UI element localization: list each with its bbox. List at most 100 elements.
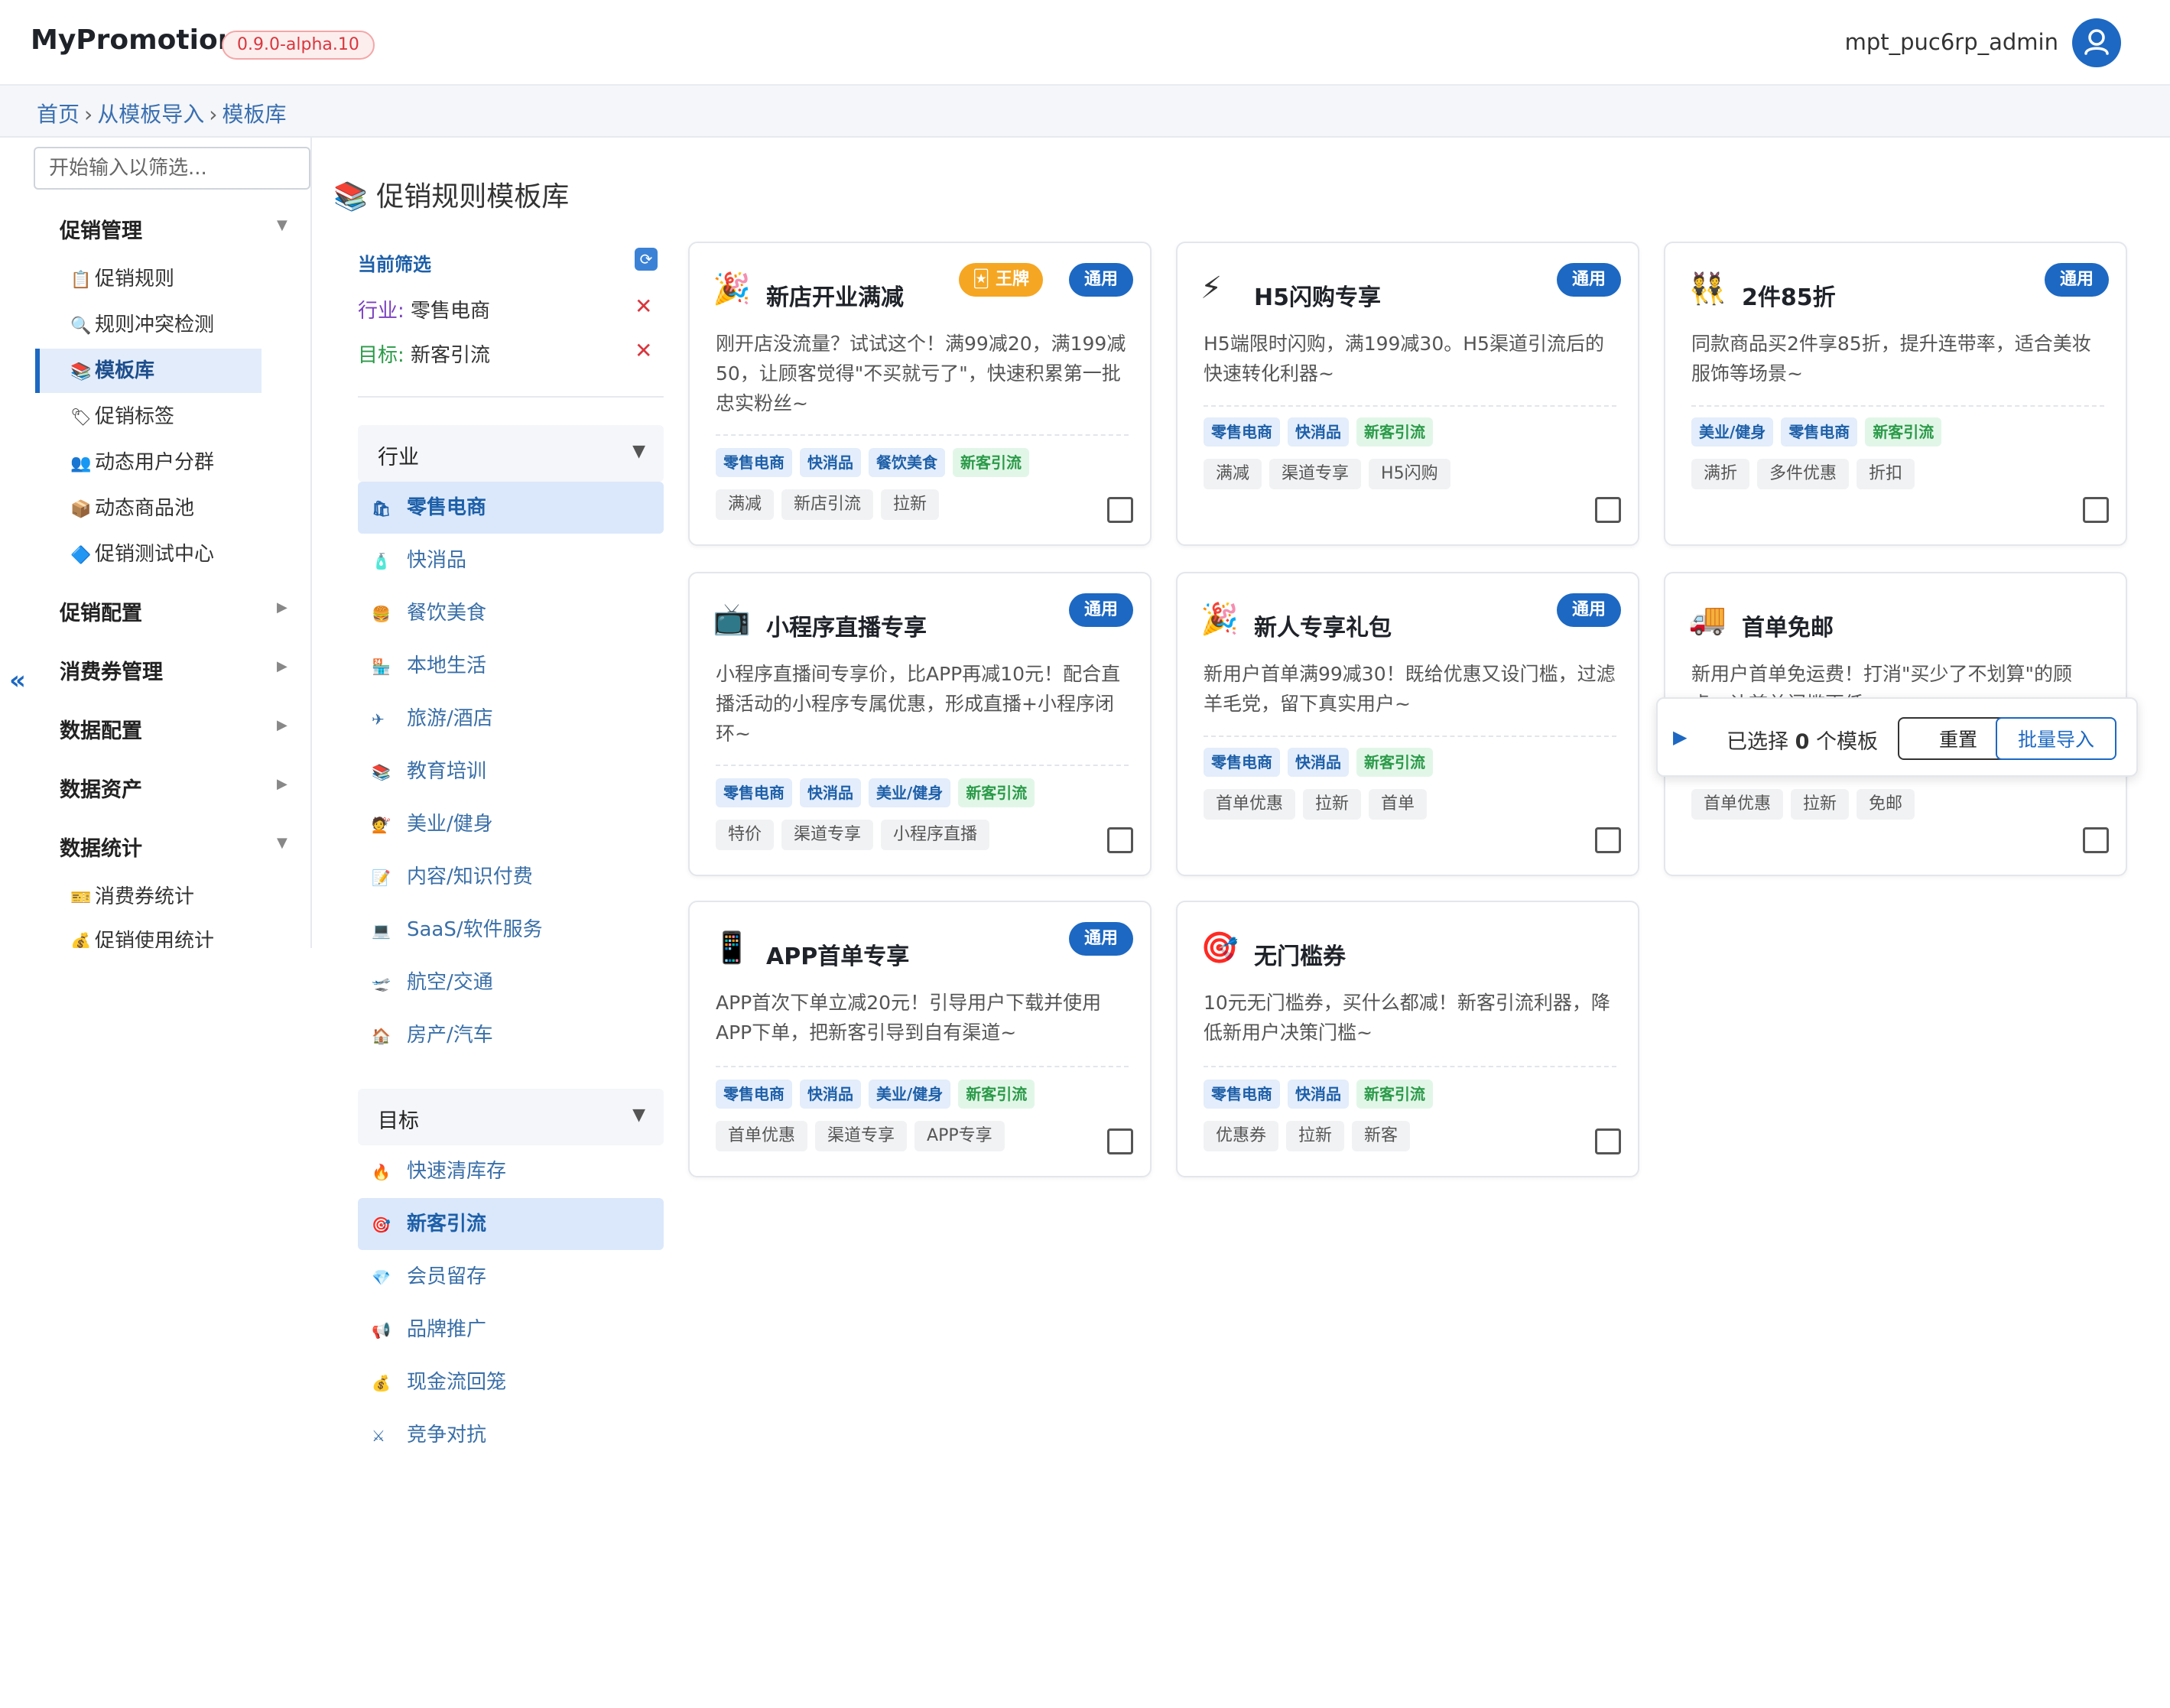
industry-option-saas[interactable]: 💻 SaaS/软件服务 (358, 904, 664, 956)
industry-option-beauty[interactable]: 💇 美业/健身 (358, 798, 664, 850)
sidebar-item-product-pool[interactable]: 📦 动态商品池 (35, 486, 262, 531)
tag: 快消品 (1288, 1080, 1349, 1109)
select-checkbox[interactable] (2083, 497, 2109, 523)
sidebar-item-promo-tags[interactable]: 🏷 促销标签 (35, 395, 262, 439)
keyword-tag: 首单优惠 (716, 1121, 808, 1151)
sidebar-item-user-segments[interactable]: 👥 动态用户分群 (35, 440, 262, 485)
gem-icon: 💎 (372, 1268, 391, 1287)
chevron-down-icon[interactable]: ▼ (277, 217, 287, 233)
money-bag-icon: 💰 (372, 1374, 391, 1392)
goal-filter-header[interactable]: 目标 ▼ (358, 1089, 664, 1145)
breadcrumb-bar: 首页 › 从模板导入 › 模板库 (0, 86, 2170, 138)
tag: 美业/健身 (869, 778, 951, 807)
tag: 零售电商 (1204, 1080, 1280, 1109)
card-description: 刚开店没流量？试试这个！满99减20，满199减50，让顾客觉得"不买就亏了"，… (716, 333, 1126, 414)
magnifier-icon: 🔍 (70, 317, 92, 336)
select-checkbox[interactable] (1595, 827, 1621, 853)
burger-icon: 🍔 (372, 605, 391, 623)
chevron-right-icon[interactable]: ▶ (277, 717, 287, 733)
breadcrumb-home[interactable]: 首页 (37, 102, 80, 127)
top-header: MyPromotion 0.9.0-alpha.10 mpt_puc6rp_ad… (0, 0, 2170, 86)
card-title: 2件85折 (1742, 284, 1836, 311)
goal-option-competition[interactable]: ⚔ 竞争对抗 (358, 1409, 664, 1461)
goal-option-new-customer[interactable]: 🎯 新客引流 (358, 1198, 664, 1250)
tag: 餐饮美食 (869, 448, 945, 477)
industry-tags: 零售电商 快消品 新客引流 (1204, 417, 1433, 446)
industry-option-travel[interactable]: ✈ 旅游/酒店 (358, 693, 664, 745)
breadcrumb-import[interactable]: 从模板导入 (97, 102, 204, 127)
template-card[interactable]: ⚡ H5闪购专享 通用 H5端限时闪购，满199减30。H5渠道引流后的快速转化… (1176, 242, 1639, 546)
card-description: 同款商品买2件享85折，提升连带率，适合美妆服饰等场景~ (1691, 333, 2091, 385)
collapse-sidebar-icon[interactable]: « (9, 665, 26, 696)
keyword-tags: 优惠券 拉新 新客 (1204, 1121, 1411, 1151)
template-card[interactable]: 🎯 无门槛券 10元无门槛券，买什么都减！新客引流利器，降低新用户决策门槛~ 零… (1176, 901, 1639, 1177)
industry-option-realestate[interactable]: 🏠 房产/汽车 (358, 1009, 664, 1061)
page-title: 📚 促销规则模板库 (333, 181, 570, 213)
user-avatar[interactable] (2072, 18, 2121, 67)
sidebar-item-coupon-stats[interactable]: 🎫 消费券统计 (35, 875, 262, 919)
keyword-tag: 首单优惠 (1204, 789, 1296, 820)
sidebar-group-promo-config[interactable]: 促销配置 (60, 596, 142, 626)
sidebar-group-promo-management[interactable]: 促销管理 (60, 214, 142, 244)
sidebar-item-promo-rules[interactable]: 📋 促销规则 (35, 257, 262, 301)
industry-option-local[interactable]: 🏪 本地生活 (358, 640, 664, 692)
industry-option-aviation[interactable]: 🛫 航空/交通 (358, 956, 664, 1008)
refresh-icon[interactable]: ⟳ (635, 248, 658, 271)
haircut-icon: 💇 (372, 816, 391, 834)
app-title[interactable]: MyPromotion (31, 24, 237, 56)
select-checkbox[interactable] (1595, 497, 1621, 523)
megaphone-icon: 📢 (372, 1321, 391, 1339)
remove-filter-goal-icon[interactable]: ✕ (635, 338, 652, 363)
industry-tags: 零售电商 快消品 美业/健身 新客引流 (716, 1080, 1035, 1109)
goal-option-clear-stock[interactable]: 🔥 快速清库存 (358, 1145, 664, 1197)
industry-option-fmcg[interactable]: 🧴 快消品 (358, 534, 664, 586)
sidebar-group-data-stats[interactable]: 数据统计 (60, 832, 142, 862)
template-card[interactable]: 📺 小程序直播专享 通用 小程序直播间专享价，比APP再减10元！配合直播活动的… (688, 572, 1152, 876)
keyword-tag: 满折 (1691, 459, 1750, 489)
laptop-icon: 💻 (372, 921, 391, 940)
industry-tags: 零售电商 快消品 美业/健身 新客引流 (716, 778, 1035, 807)
card-description: 10元无门槛券，买什么都减！新客引流利器，降低新用户决策门槛~ (1204, 992, 1610, 1044)
select-checkbox[interactable] (1107, 1128, 1133, 1154)
tag: 新客引流 (1356, 748, 1433, 777)
goal-option-retention[interactable]: 💎 会员留存 (358, 1251, 664, 1303)
keyword-tag: 渠道专享 (1269, 459, 1362, 489)
chevron-down-icon[interactable]: ▼ (277, 835, 287, 851)
industry-option-retail[interactable]: 🛍 零售电商 (358, 482, 664, 534)
industry-filter-header[interactable]: 行业 ▼ (358, 425, 664, 482)
batch-import-button[interactable]: 批量导入 (1996, 717, 2116, 760)
version-badge: 0.9.0-alpha.10 (222, 31, 375, 60)
sidebar-item-test-center[interactable]: 🔷 促销测试中心 (35, 532, 262, 576)
sidebar-item-conflict-check[interactable]: 🔍 规则冲突检测 (35, 303, 262, 347)
username[interactable]: mpt_puc6rp_admin (1845, 29, 2058, 55)
select-checkbox[interactable] (2083, 827, 2109, 853)
sidebar-group-data-config[interactable]: 数据配置 (60, 714, 142, 744)
remove-filter-industry-icon[interactable]: ✕ (635, 294, 652, 319)
play-icon[interactable]: ▶ (1673, 726, 1687, 748)
goal-option-cashflow[interactable]: 💰 现金流回笼 (358, 1356, 664, 1408)
industry-tags: 零售电商 快消品 新客引流 (1204, 1080, 1433, 1109)
select-checkbox[interactable] (1107, 827, 1133, 853)
industry-option-content[interactable]: 📝 内容/知识付费 (358, 851, 664, 903)
template-card[interactable]: 🎉 新店开业满减 🃏 王牌 通用 刚开店没流量？试试这个！满99减20，满199… (688, 242, 1152, 546)
chevron-right-icon[interactable]: ▶ (277, 599, 287, 615)
template-card[interactable]: 👯 2件85折 通用 同款商品买2件享85折，提升连带率，适合美妆服饰等场景~ … (1664, 242, 2127, 546)
industry-option-education[interactable]: 📚 教育培训 (358, 745, 664, 797)
template-card[interactable]: 📱 APP首单专享 通用 APP首次下单立减20元！引导用户下载并使用APP下单… (688, 901, 1152, 1177)
sidebar-group-coupon-management[interactable]: 消费券管理 (60, 655, 163, 685)
industry-option-food[interactable]: 🍔 餐饮美食 (358, 587, 664, 639)
dancers-icon: 👯 (1688, 271, 1727, 307)
target-icon: 🎯 (1200, 930, 1239, 966)
sidebar-group-data-assets[interactable]: 数据资产 (60, 773, 142, 803)
keyword-tag: 渠道专享 (815, 1121, 908, 1151)
sidebar-item-template-library[interactable]: 📚 模板库 (35, 349, 262, 393)
template-card[interactable]: 🎉 新人专享礼包 通用 新用户首单满99减30！既给优惠又设门槛，过滤羊毛党，留… (1176, 572, 1639, 876)
chevron-right-icon[interactable]: ▶ (277, 658, 287, 674)
sidebar-item-usage-stats[interactable]: 💰 促销使用统计 (35, 919, 262, 948)
select-checkbox[interactable] (1595, 1128, 1621, 1154)
goal-option-brand[interactable]: 📢 品牌推广 (358, 1304, 664, 1356)
select-checkbox[interactable] (1107, 497, 1133, 523)
card-description: 新用户首单满99减30！既给优惠又设门槛，过滤羊毛党，留下真实用户~ (1204, 663, 1616, 715)
sidebar-search-input[interactable] (34, 147, 310, 190)
chevron-right-icon[interactable]: ▶ (277, 776, 287, 792)
